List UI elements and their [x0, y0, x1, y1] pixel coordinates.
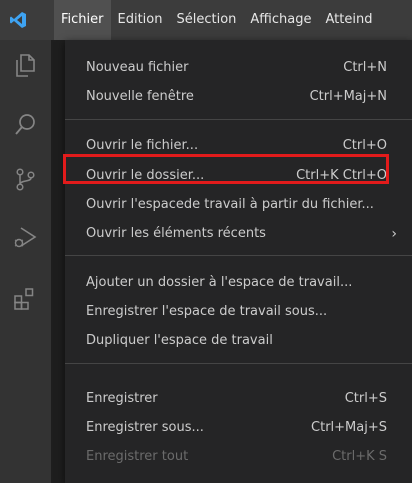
- menu-item-open-recent[interactable]: Ouvrir les éléments récents ›: [65, 221, 397, 247]
- menu-item-add-folder-to-workspace[interactable]: Ajouter un dossier à l'espace de travail…: [65, 270, 397, 296]
- menu-item-label: Ouvrir l'espacede travail à partir du fi…: [86, 197, 374, 212]
- menu-separator: [65, 363, 412, 364]
- menu-item-save-all: Enregistrer tout Ctrl+K S: [65, 444, 397, 470]
- menu-item-label: Enregistrer l'espace de travail sous...: [86, 304, 328, 319]
- explorer-icon[interactable]: [12, 52, 38, 78]
- menu-atteindre[interactable]: Atteind: [318, 0, 379, 40]
- menu-item-label: Dupliquer l'espace de travail: [86, 333, 273, 348]
- menu-affichage[interactable]: Affichage: [243, 0, 318, 40]
- menu-item-label: Enregistrer tout: [86, 449, 189, 464]
- menu-item-shortcut: Ctrl+Maj+N: [309, 89, 387, 104]
- file-menu-dropdown: Nouveau fichier Ctrl+N Nouvelle fenêtre …: [65, 40, 412, 483]
- menu-item-save-workspace-as[interactable]: Enregistrer l'espace de travail sous...: [65, 299, 397, 325]
- menu-item-new-file[interactable]: Nouveau fichier Ctrl+N: [65, 55, 397, 81]
- run-debug-icon[interactable]: [12, 224, 38, 250]
- menu-item-shortcut: Ctrl+Maj+S: [311, 420, 387, 435]
- menu-item-label: Ajouter un dossier à l'espace de travail…: [86, 275, 353, 290]
- extensions-icon[interactable]: [12, 286, 38, 312]
- menu-item-label: Enregistrer: [86, 391, 158, 406]
- menu-item-label: Ouvrir les éléments récents: [86, 226, 266, 241]
- menu-item-open-workspace-from-file[interactable]: Ouvrir l'espacede travail à partir du fi…: [65, 192, 397, 218]
- menu-fichier[interactable]: Fichier: [54, 0, 111, 40]
- menu-item-shortcut: Ctrl+S: [344, 391, 387, 406]
- menu-item-new-window[interactable]: Nouvelle fenêtre Ctrl+Maj+N: [65, 84, 397, 110]
- menu-item-label: Enregistrer sous...: [86, 420, 204, 435]
- menu-item-label: Nouvelle fenêtre: [86, 89, 194, 104]
- chevron-right-icon: ›: [391, 226, 397, 242]
- menu-item-shortcut: Ctrl+K S: [332, 449, 387, 464]
- vscode-logo-icon[interactable]: [9, 11, 27, 29]
- menu-item-save[interactable]: Enregistrer Ctrl+S: [65, 386, 397, 412]
- menu-separator: [65, 255, 412, 256]
- menu-item-save-as[interactable]: Enregistrer sous... Ctrl+Maj+S: [65, 415, 397, 441]
- search-icon[interactable]: [12, 112, 38, 138]
- highlight-box: [63, 154, 389, 184]
- menu-separator: [65, 119, 412, 120]
- menu-bar: Fichier Edition Sélection Affichage Atte…: [54, 0, 379, 40]
- menu-item-duplicate-workspace[interactable]: Dupliquer l'espace de travail: [65, 328, 397, 354]
- menu-item-label: Nouveau fichier: [86, 60, 189, 75]
- menu-selection[interactable]: Sélection: [169, 0, 243, 40]
- menu-edition[interactable]: Edition: [111, 0, 170, 40]
- source-control-icon[interactable]: [12, 166, 38, 192]
- activity-bar: [0, 40, 51, 483]
- menu-item-shortcut: Ctrl+N: [343, 60, 387, 75]
- title-bar: Fichier Edition Sélection Affichage Atte…: [0, 0, 412, 40]
